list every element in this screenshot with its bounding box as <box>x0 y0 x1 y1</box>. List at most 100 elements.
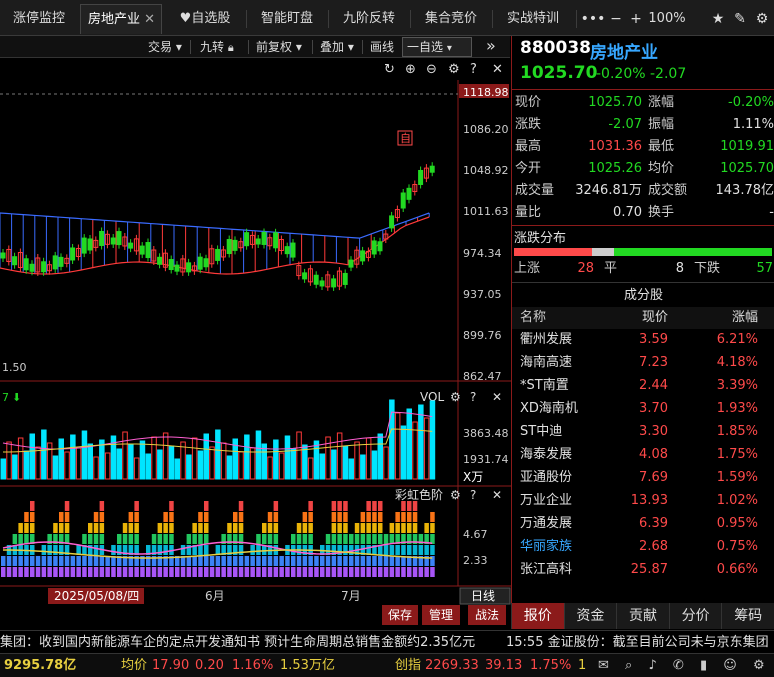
bell-icon[interactable]: ♪ <box>648 658 656 673</box>
settings-icon[interactable]: ⚙ <box>448 62 460 77</box>
candle-body <box>168 259 174 271</box>
right-nav-tab[interactable]: 资金 <box>563 603 617 629</box>
volume-bar <box>307 457 314 480</box>
chart-toolbar: 交易 ▾ 九转 🔒︎ 前复权 ▾ 叠加 ▾ 画线 一自选 ▾ » <box>0 36 510 58</box>
chat-icon[interactable]: ✆ <box>673 658 684 673</box>
remove-indicator-icon[interactable]: ⊖ <box>426 62 437 77</box>
quote-value: 1019.91 <box>720 139 774 154</box>
zoom-out-icon[interactable]: − <box>606 4 626 34</box>
mail-icon[interactable]: ✉ <box>598 658 609 673</box>
close-icon[interactable]: ✕ <box>144 5 155 35</box>
watchlist-select[interactable]: 一自选 ▾ <box>402 37 472 57</box>
rainbow-cell <box>354 534 360 544</box>
jiuzhuan-button[interactable]: 九转 🔒︎ <box>200 36 234 58</box>
manage-button[interactable]: 管理 <box>422 605 460 625</box>
tab-label: 涨停监控 <box>12 11 65 26</box>
tab-call-auction[interactable]: 集合竞价 <box>412 4 490 34</box>
rainbow-cell <box>186 534 192 544</box>
tab-limit-up-monitor[interactable]: 涨停监控 <box>0 4 78 34</box>
candle-body <box>429 165 435 173</box>
gear-icon[interactable]: ⚙ <box>752 4 772 34</box>
rainbow-cell <box>343 556 348 566</box>
help-icon[interactable]: ? <box>470 390 476 404</box>
tab-practice-training[interactable]: 实战特训 <box>494 4 572 34</box>
component-row[interactable]: 海南高速 7.23 4.18% <box>512 352 774 375</box>
rainbow-cell <box>325 556 331 566</box>
right-nav-tab[interactable]: 分价 <box>668 603 722 629</box>
rainbow-cell <box>24 567 29 577</box>
component-row[interactable]: 万通发展 6.39 0.95% <box>512 513 774 536</box>
right-nav-tab[interactable]: 筹码 <box>721 603 774 629</box>
help-icon[interactable]: ? <box>470 488 476 502</box>
news-left[interactable]: 集团：收到国内新能源车企的定点开发通知书 预计生命周期总销售金额约2.35亿元 <box>0 631 475 653</box>
rainbow-cell <box>407 523 412 533</box>
refresh-icon[interactable]: ↻ <box>384 62 395 77</box>
signal-icon[interactable]: ▮ <box>700 658 707 673</box>
news-right[interactable]: 15:55 金证股份：截至目前公司未与京东集团 <box>506 631 769 653</box>
rainbow-cell <box>407 512 412 522</box>
tab-label: 集合竞价 <box>424 11 477 26</box>
component-pct: 6.21% <box>716 332 758 347</box>
save-button[interactable]: 保存 <box>382 605 418 625</box>
search-icon[interactable]: ⌕ <box>625 658 632 673</box>
main-panel-icons: ↻ ⊕ ⊖ ⚙ ? ✕ <box>384 62 503 77</box>
quote-label: 最低 <box>648 139 675 154</box>
component-row[interactable]: ST中迪 3.30 1.85% <box>512 421 774 444</box>
rainbow-cell <box>134 523 139 533</box>
component-row[interactable]: 海泰发展 4.08 1.75% <box>512 444 774 467</box>
component-row[interactable]: 衢州发展 3.59 6.21% <box>512 329 774 352</box>
trade-button[interactable]: 交易 ▾ <box>148 36 182 58</box>
edit-icon[interactable]: ✎ <box>730 4 750 34</box>
tab-real-estate[interactable]: 房地产业 ✕ <box>80 4 162 34</box>
avg-change: 0.20 <box>195 658 224 673</box>
component-name: 万通发展 <box>520 516 573 531</box>
zoom-in-icon[interactable]: + <box>626 4 646 34</box>
period-button[interactable]: 日线 <box>471 589 495 603</box>
tab-smart-watch[interactable]: 智能盯盘 <box>248 4 326 34</box>
rainbow-cell <box>308 501 313 511</box>
quote-label: 今开 <box>515 161 542 176</box>
component-row[interactable]: *ST南置 2.44 3.39% <box>512 375 774 398</box>
component-row[interactable]: 张江高科 25.87 0.66% <box>512 559 774 582</box>
tab-watchlist[interactable]: ♥自选股 <box>166 4 244 34</box>
right-nav-tab[interactable]: 报价 <box>511 603 564 629</box>
rainbow-cell <box>163 567 168 577</box>
draw-line-button[interactable]: 画线 <box>370 36 394 58</box>
rainbow-cell <box>238 556 244 566</box>
gear-icon[interactable]: ⚙ <box>753 658 765 673</box>
adjust-price-dropdown[interactable]: 前复权 ▾ <box>256 36 302 58</box>
star-icon[interactable]: ★ <box>708 4 728 34</box>
news-ticker[interactable]: 集团：收到国内新能源车企的定点开发通知书 预计生命周期总销售金额约2.35亿元 … <box>0 630 774 653</box>
component-row[interactable]: 万业企业 13.93 1.02% <box>512 490 774 513</box>
component-row[interactable]: 亚通股份 7.69 1.59% <box>512 467 774 490</box>
rainbow-cell <box>122 534 128 544</box>
candle-body <box>284 246 290 255</box>
close-panel-icon[interactable]: ✕ <box>492 62 503 77</box>
user-icon[interactable]: ☺ <box>723 658 737 673</box>
chinext-label[interactable]: 创指 <box>395 654 421 677</box>
quote-row: 最高 1031.36 最低 1019.91 <box>512 136 774 158</box>
rainbow-axis-low: 2.33 <box>463 554 488 567</box>
component-row[interactable]: XD海南机 3.70 1.93% <box>512 398 774 421</box>
signal-marker-label: 自 <box>400 132 411 145</box>
close-panel-icon[interactable]: ✕ <box>492 488 502 502</box>
strategy-button[interactable]: 战法 <box>468 605 506 625</box>
kline-chart[interactable]: ↻ ⊕ ⊖ ⚙ ? ✕ 1118.98 1086.20 1048.92 1011.63… <box>0 58 511 628</box>
rainbow-cell <box>430 545 435 555</box>
expand-icon[interactable]: » <box>486 35 496 57</box>
quote-panel: 880038 房地产业 1025.70 -0.20% -2.07 现价 1025.… <box>511 36 774 605</box>
rainbow-cell <box>302 556 308 566</box>
component-row[interactable]: 华丽家族 2.68 0.75% <box>512 536 774 559</box>
add-indicator-icon[interactable]: ⊕ <box>405 62 416 77</box>
help-icon[interactable]: ? <box>470 62 477 77</box>
right-nav-tab[interactable]: 贡献 <box>616 603 669 629</box>
overlay-dropdown[interactable]: 叠加 ▾ <box>320 36 354 58</box>
more-icon[interactable]: ••• <box>580 4 606 34</box>
close-panel-icon[interactable]: ✕ <box>492 390 502 404</box>
avg-label[interactable]: 均价 <box>121 654 147 677</box>
settings-icon[interactable]: ⚙ <box>450 390 461 404</box>
tab-nine-reversal[interactable]: 九阶反转 <box>330 4 408 34</box>
settings-icon[interactable]: ⚙ <box>450 488 461 502</box>
rainbow-cell <box>204 534 209 544</box>
rainbow-cell <box>343 512 348 522</box>
